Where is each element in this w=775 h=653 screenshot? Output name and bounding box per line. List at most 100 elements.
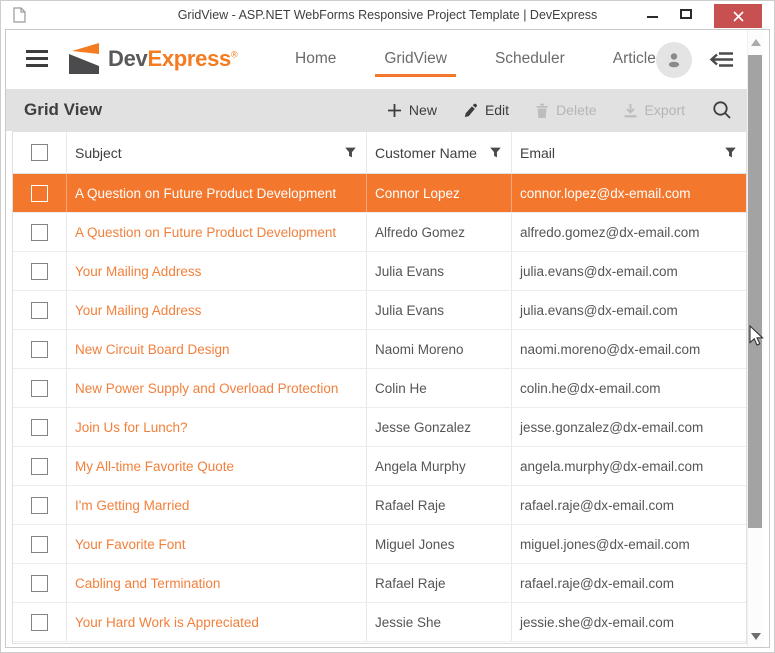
table-row[interactable]: Join Us for Lunch? Jesse Gonzalez jesse.… <box>13 408 746 447</box>
row-checkbox[interactable] <box>31 497 48 514</box>
table-row[interactable]: New Power Supply and Overload Protection… <box>13 369 746 408</box>
row-checkbox[interactable] <box>31 458 48 475</box>
page-title: Grid View <box>24 100 102 120</box>
row-checkbox[interactable] <box>31 419 48 436</box>
email-cell: angela.murphy@dx-email.com <box>512 447 746 485</box>
subject-link[interactable]: Cabling and Termination <box>67 564 367 602</box>
row-checkbox[interactable] <box>31 185 48 202</box>
menu-icon <box>26 50 48 53</box>
edit-button[interactable]: Edit <box>463 102 509 118</box>
subject-link[interactable]: Your Mailing Address <box>67 291 367 329</box>
table-row[interactable]: Your Favorite Font Miguel Jones miguel.j… <box>13 525 746 564</box>
pencil-icon <box>463 103 478 118</box>
tab-scheduler[interactable]: Scheduler <box>486 43 574 77</box>
app-window: GridView - ASP.NET WebForms Responsive P… <box>0 0 775 653</box>
scroll-up-icon[interactable] <box>751 39 761 46</box>
maximize-button[interactable] <box>670 1 704 27</box>
email-cell: colin.he@dx-email.com <box>512 369 746 407</box>
email-cell: julia.evans@dx-email.com <box>512 252 746 290</box>
tab-gridview[interactable]: GridView <box>375 43 456 77</box>
email-cell: miguel.jones@dx-email.com <box>512 525 746 563</box>
customer-name-cell: Connor Lopez <box>367 174 512 212</box>
subject-link[interactable]: Your Favorite Font <box>67 525 367 563</box>
customer-name-cell: Miguel Jones <box>367 525 512 563</box>
table-row[interactable]: New Circuit Board Design Naomi Moreno na… <box>13 330 746 369</box>
table-row[interactable]: Your Hard Work is Appreciated Jessie She… <box>13 603 746 642</box>
row-checkbox[interactable] <box>31 302 48 319</box>
subject-link[interactable]: New Power Supply and Overload Protection <box>67 369 367 407</box>
filter-icon[interactable] <box>344 146 357 159</box>
email-cell: naomi.moreno@dx-email.com <box>512 330 746 368</box>
toolbar-actions: New Edit Delete <box>387 99 747 121</box>
email-cell: julia.evans@dx-email.com <box>512 291 746 329</box>
user-avatar-button[interactable] <box>656 42 692 78</box>
table-row[interactable]: A Question on Future Product Development… <box>13 174 746 213</box>
customer-name-cell: Jessie She <box>367 603 512 641</box>
devexpress-logo-icon <box>66 41 102 77</box>
plus-icon <box>387 103 402 118</box>
search-icon <box>711 99 733 121</box>
table-row[interactable]: Cabling and Termination Rafael Raje rafa… <box>13 564 746 603</box>
table-row[interactable]: Your Mailing Address Julia Evans julia.e… <box>13 291 746 330</box>
menu-button[interactable] <box>26 50 48 67</box>
subject-link[interactable]: Your Mailing Address <box>67 252 367 290</box>
customer-name-cell: Alfredo Gomez <box>367 213 512 251</box>
table-row[interactable]: Your Mailing Address Julia Evans julia.e… <box>13 252 746 291</box>
close-button[interactable] <box>714 4 762 28</box>
delete-button[interactable]: Delete <box>535 102 596 118</box>
export-button[interactable]: Export <box>623 102 685 118</box>
row-checkbox[interactable] <box>31 224 48 241</box>
subject-link[interactable]: I'm Getting Married <box>67 486 367 524</box>
tab-home[interactable]: Home <box>286 43 345 77</box>
table-row[interactable]: A Question on Future Product Development… <box>13 213 746 252</box>
page-frame: DevExpress® Home GridView Scheduler Arti… <box>5 29 770 648</box>
customer-name-cell: Colin He <box>367 369 512 407</box>
table-row[interactable]: I'm Getting Married Rafael Raje rafael.r… <box>13 486 746 525</box>
select-all-cell <box>13 132 67 173</box>
email-cell: jesse.gonzalez@dx-email.com <box>512 408 746 446</box>
new-button[interactable]: New <box>387 102 437 118</box>
table-row[interactable]: My All-time Favorite Quote Angela Murphy… <box>13 447 746 486</box>
row-checkbox[interactable] <box>31 380 48 397</box>
select-all-checkbox[interactable] <box>31 144 48 161</box>
filter-icon[interactable] <box>724 146 737 159</box>
minimize-icon <box>647 16 658 18</box>
email-cell: alfredo.gomez@dx-email.com <box>512 213 746 251</box>
minimize-button[interactable] <box>636 1 670 27</box>
subject-link[interactable]: Join Us for Lunch? <box>67 408 367 446</box>
customer-name-cell: Naomi Moreno <box>367 330 512 368</box>
column-header-customer-name[interactable]: Customer Name <box>367 132 512 173</box>
scrollbar-thumb[interactable] <box>748 55 762 528</box>
scroll-down-icon[interactable] <box>751 633 761 640</box>
row-checkbox[interactable] <box>31 575 48 592</box>
subject-link[interactable]: New Circuit Board Design <box>67 330 367 368</box>
row-checkbox[interactable] <box>31 536 48 553</box>
logout-icon <box>707 49 735 70</box>
search-button[interactable] <box>711 99 733 121</box>
maximize-icon <box>680 9 692 19</box>
devexpress-logo[interactable]: DevExpress® <box>66 41 237 77</box>
email-cell: jessie.she@dx-email.com <box>512 603 746 641</box>
email-cell: connor.lopez@dx-email.com <box>512 174 746 212</box>
subject-link[interactable]: My All-time Favorite Quote <box>67 447 367 485</box>
export-icon <box>623 103 638 118</box>
vertical-scrollbar[interactable] <box>747 30 764 648</box>
subject-link[interactable]: Your Hard Work is Appreciated <box>67 603 367 641</box>
filter-icon[interactable] <box>489 146 502 159</box>
email-cell: rafael.raje@dx-email.com <box>512 486 746 524</box>
customer-name-cell: Jesse Gonzalez <box>367 408 512 446</box>
subject-link[interactable]: A Question on Future Product Development <box>67 174 367 212</box>
row-checkbox[interactable] <box>31 341 48 358</box>
customer-name-cell: Rafael Raje <box>367 486 512 524</box>
column-header-email[interactable]: Email <box>512 132 746 173</box>
navbar: DevExpress® Home GridView Scheduler Arti… <box>6 30 747 89</box>
nav-tabs: Home GridView Scheduler Article <box>286 43 665 77</box>
row-checkbox[interactable] <box>31 263 48 280</box>
customer-name-cell: Rafael Raje <box>367 564 512 602</box>
subject-link[interactable]: A Question on Future Product Development <box>67 213 367 251</box>
grid-view-table: Subject Customer Name Email <box>12 131 747 644</box>
collapse-menu-button[interactable] <box>707 49 735 70</box>
email-cell: rafael.raje@dx-email.com <box>512 564 746 602</box>
row-checkbox[interactable] <box>31 614 48 631</box>
column-header-subject[interactable]: Subject <box>67 132 367 173</box>
